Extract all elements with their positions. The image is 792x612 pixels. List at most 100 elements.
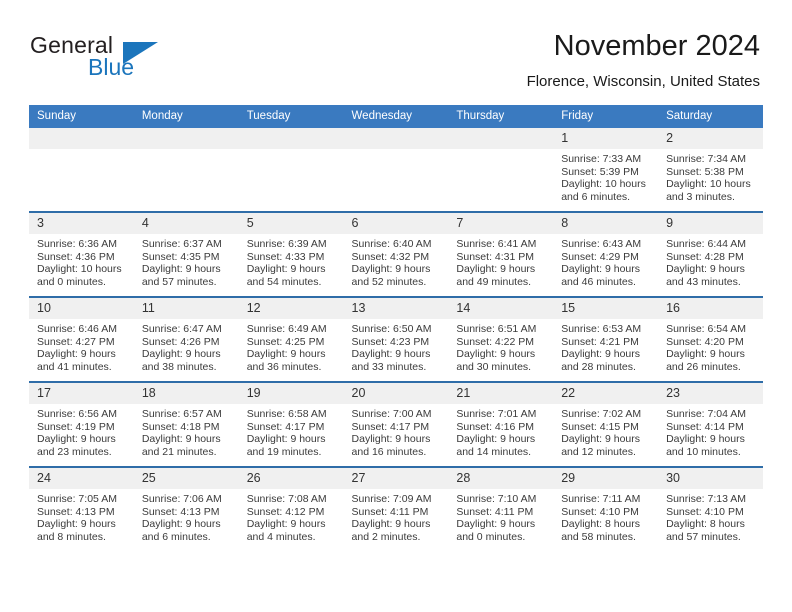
calendar-day-cell[interactable]: 17 Sunrise: 6:56 AM Sunset: 4:19 PM Dayligh… [29, 381, 134, 467]
calendar-day-cell[interactable]: 30 Sunrise: 7:13 AM Sunset: 4:10 PM Dayligh… [658, 466, 763, 551]
daylight-line-2: and 10 minutes. [666, 445, 741, 458]
calendar-day-cell[interactable]: 12 Sunrise: 6:49 AM Sunset: 4:25 PM Dayligh… [238, 296, 344, 382]
daylight-line-2: and 28 minutes. [561, 360, 636, 373]
day-number: 22 [553, 383, 659, 404]
day-number: 23 [658, 383, 763, 404]
calendar-week-row: 1 Sunrise: 7:33 AM Sunset: 5:39 PM Daylight… [29, 128, 763, 212]
sunrise-time: Sunrise: 7:06 AM [141, 493, 222, 505]
calendar-day-cell[interactable]: 28 Sunrise: 7:10 AM Sunset: 4:11 PM Dayligh… [448, 466, 554, 551]
daylight-line-2: and 57 minutes. [666, 530, 741, 543]
sunrise-time: Sunrise: 6:40 AM [351, 238, 432, 250]
calendar-day-cell-empty [238, 128, 344, 212]
day-sun-info: Sunrise: 6:44 AM Sunset: 4:28 PM Daylight:… [658, 234, 763, 288]
sunrise-time: Sunrise: 7:05 AM [37, 493, 117, 505]
daylight-line-2: and 52 minutes. [351, 275, 427, 288]
daylight-line-1: Daylight: 9 hours [37, 433, 116, 446]
day-number: 5 [238, 213, 344, 234]
calendar-day-cell[interactable]: 27 Sunrise: 7:09 AM Sunset: 4:11 PM Dayligh… [343, 466, 449, 551]
daylight-line-2: and 12 minutes. [561, 445, 636, 458]
daylight-line-2: and 57 minutes. [141, 275, 217, 288]
calendar-day-cell[interactable]: 24 Sunrise: 7:05 AM Sunset: 4:13 PM Dayligh… [29, 466, 134, 551]
day-number: 10 [29, 298, 134, 319]
day-number: 15 [553, 298, 659, 319]
daylight-line-1: Daylight: 9 hours [351, 433, 431, 446]
calendar-day-cell[interactable]: 14 Sunrise: 6:51 AM Sunset: 4:22 PM Dayligh… [448, 296, 554, 382]
daylight-line-1: Daylight: 9 hours [351, 518, 431, 531]
calendar-day-cell-empty [133, 128, 239, 212]
calendar-day-cell[interactable]: 8 Sunrise: 6:43 AM Sunset: 4:29 PM Daylight… [553, 211, 659, 297]
day-sun-info: Sunrise: 6:36 AM Sunset: 4:36 PM Daylight:… [29, 234, 134, 288]
calendar-day-cell[interactable]: 15 Sunrise: 6:53 AM Sunset: 4:21 PM Dayligh… [553, 296, 659, 382]
sunset-time: Sunset: 4:20 PM [666, 335, 744, 348]
calendar-day-cell[interactable]: 4 Sunrise: 6:37 AM Sunset: 4:35 PM Daylight… [133, 211, 239, 297]
calendar-day-cell[interactable]: 5 Sunrise: 6:39 AM Sunset: 4:33 PM Daylight… [238, 211, 344, 297]
sunrise-time: Sunrise: 6:41 AM [456, 238, 537, 250]
calendar-day-cell[interactable]: 3 Sunrise: 6:36 AM Sunset: 4:36 PM Daylight… [29, 211, 134, 297]
sunset-time: Sunset: 4:13 PM [37, 505, 115, 518]
day-sun-info: Sunrise: 6:57 AM Sunset: 4:18 PM Daylight:… [134, 404, 239, 458]
sunset-time: Sunset: 4:25 PM [246, 335, 325, 348]
day-number [238, 128, 344, 149]
weekday-header-saturday: Saturday [658, 105, 763, 128]
daylight-line-1: Daylight: 8 hours [666, 518, 745, 531]
calendar-day-cell[interactable]: 11 Sunrise: 6:47 AM Sunset: 4:26 PM Dayligh… [133, 296, 239, 382]
daylight-line-1: Daylight: 9 hours [666, 348, 745, 361]
calendar-day-cell[interactable]: 6 Sunrise: 6:40 AM Sunset: 4:32 PM Daylight… [343, 211, 449, 297]
calendar-page: General Blue November 2024 Florence, Wis… [0, 0, 792, 612]
calendar-day-cell[interactable]: 10 Sunrise: 6:46 AM Sunset: 4:27 PM Dayligh… [29, 296, 134, 382]
daylight-line-2: and 6 minutes. [141, 530, 211, 543]
day-number: 8 [553, 213, 659, 234]
calendar-day-cell[interactable]: 29 Sunrise: 7:11 AM Sunset: 4:10 PM Dayligh… [553, 466, 659, 551]
daylight-line-1: Daylight: 8 hours [561, 518, 641, 531]
sunrise-time: Sunrise: 7:34 AM [666, 153, 747, 165]
day-number: 3 [29, 213, 134, 234]
daylight-line-1: Daylight: 10 hours [561, 178, 646, 191]
day-sun-info: Sunrise: 7:11 AM Sunset: 4:10 PM Daylight:… [553, 489, 658, 543]
sunrise-time: Sunrise: 7:01 AM [456, 408, 537, 420]
daylight-line-1: Daylight: 9 hours [561, 263, 641, 276]
calendar-day-cell[interactable]: 22 Sunrise: 7:02 AM Sunset: 4:15 PM Dayligh… [553, 381, 659, 467]
sunset-time: Sunset: 4:21 PM [561, 335, 639, 348]
sunset-time: Sunset: 4:17 PM [246, 420, 325, 433]
day-number: 13 [343, 298, 449, 319]
day-sun-info: Sunrise: 7:02 AM Sunset: 4:15 PM Daylight:… [553, 404, 658, 458]
calendar-day-cell[interactable]: 23 Sunrise: 7:04 AM Sunset: 4:14 PM Dayligh… [658, 381, 763, 467]
daylight-line-1: Daylight: 9 hours [141, 518, 221, 531]
calendar-day-cell[interactable]: 7 Sunrise: 6:41 AM Sunset: 4:31 PM Daylight… [448, 211, 554, 297]
calendar-day-cell[interactable]: 2 Sunrise: 7:34 AM Sunset: 5:38 PM Daylight… [658, 128, 763, 212]
day-sun-info: Sunrise: 7:00 AM Sunset: 4:17 PM Daylight:… [344, 404, 449, 458]
daylight-line-1: Daylight: 9 hours [141, 433, 221, 446]
daylight-line-1: Daylight: 9 hours [351, 348, 431, 361]
day-sun-info: Sunrise: 6:37 AM Sunset: 4:35 PM Daylight:… [134, 234, 239, 288]
day-number: 30 [658, 468, 763, 489]
calendar-day-cell[interactable]: 19 Sunrise: 6:58 AM Sunset: 4:17 PM Dayligh… [238, 381, 344, 467]
calendar-day-cell[interactable]: 9 Sunrise: 6:44 AM Sunset: 4:28 PM Daylight… [658, 211, 763, 297]
calendar-day-cell[interactable]: 21 Sunrise: 7:01 AM Sunset: 4:16 PM Dayligh… [448, 381, 554, 467]
title-block: November 2024 Florence, Wisconsin, Unite… [527, 28, 760, 93]
sunrise-time: Sunrise: 7:00 AM [351, 408, 432, 420]
calendar-day-cell[interactable]: 13 Sunrise: 6:50 AM Sunset: 4:23 PM Dayligh… [343, 296, 449, 382]
sunset-time: Sunset: 4:28 PM [666, 250, 744, 263]
day-number: 16 [658, 298, 763, 319]
calendar-day-cell[interactable]: 16 Sunrise: 6:54 AM Sunset: 4:20 PM Dayligh… [658, 296, 763, 382]
brand-name-blue: Blue [88, 54, 135, 80]
brand-logo[interactable]: General Blue [30, 32, 210, 88]
calendar-day-cell[interactable]: 26 Sunrise: 7:08 AM Sunset: 4:12 PM Dayligh… [238, 466, 344, 551]
day-sun-info: Sunrise: 6:41 AM Sunset: 4:31 PM Daylight:… [448, 234, 553, 288]
calendar-day-cell[interactable]: 25 Sunrise: 7:06 AM Sunset: 4:13 PM Dayligh… [133, 466, 239, 551]
day-number: 24 [29, 468, 134, 489]
sunset-time: Sunset: 4:10 PM [561, 505, 639, 518]
sunrise-time: Sunrise: 6:36 AM [37, 238, 117, 250]
day-number: 25 [133, 468, 239, 489]
day-number [133, 128, 239, 149]
calendar-day-cell[interactable]: 20 Sunrise: 7:00 AM Sunset: 4:17 PM Dayligh… [343, 381, 449, 467]
daylight-line-2: and 2 minutes. [351, 530, 421, 543]
daylight-line-2: and 4 minutes. [246, 530, 316, 543]
day-number: 12 [238, 298, 344, 319]
calendar-day-cell[interactable]: 1 Sunrise: 7:33 AM Sunset: 5:39 PM Daylight… [553, 128, 659, 212]
day-number [343, 128, 449, 149]
calendar-day-cell[interactable]: 18 Sunrise: 6:57 AM Sunset: 4:18 PM Dayligh… [133, 381, 239, 467]
day-sun-info: Sunrise: 6:39 AM Sunset: 4:33 PM Daylight:… [239, 234, 344, 288]
sunrise-time: Sunrise: 6:49 AM [246, 323, 327, 335]
day-sun-info: Sunrise: 6:56 AM Sunset: 4:19 PM Daylight:… [29, 404, 134, 458]
